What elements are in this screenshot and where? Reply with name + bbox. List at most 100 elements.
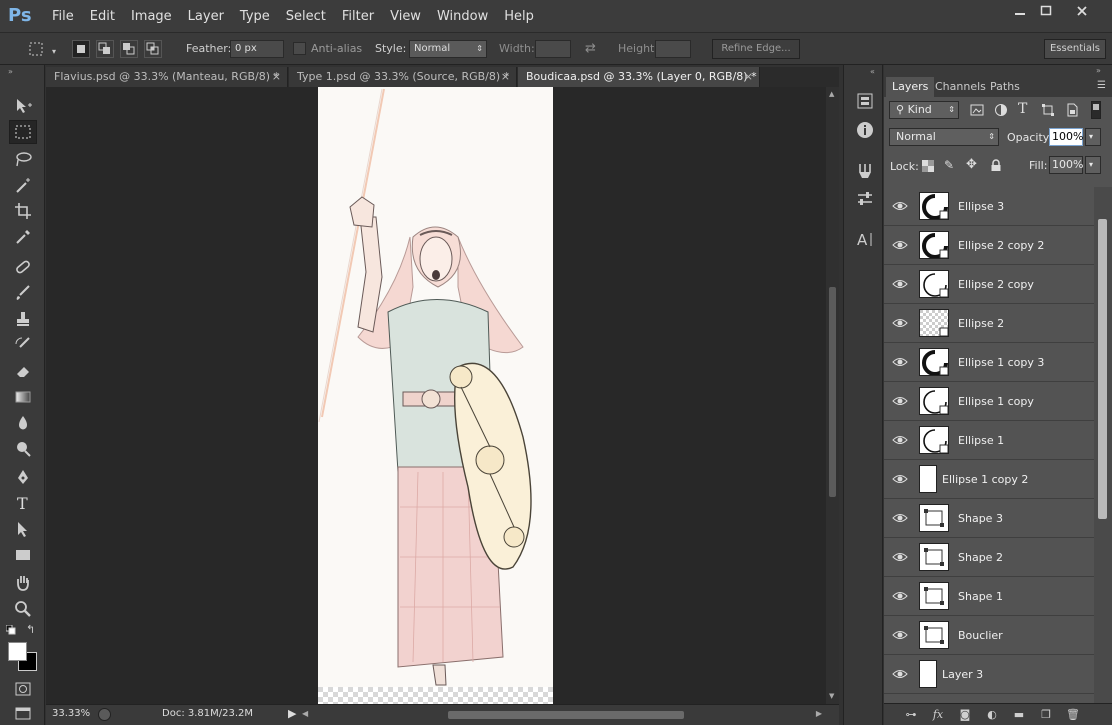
layer-list-scrollbar[interactable] [1094, 187, 1112, 703]
history-panel-icon[interactable] [854, 90, 876, 112]
move-tool-icon[interactable] [9, 94, 37, 118]
close-window-button[interactable] [1062, 0, 1102, 22]
hand-icon[interactable] [9, 571, 37, 595]
collapse-panel-icon[interactable]: » [1096, 66, 1101, 75]
workspace-button[interactable]: Essentials [1044, 39, 1106, 59]
visibility-eye-icon[interactable] [892, 315, 908, 331]
close-tab-icon[interactable]: × [272, 67, 281, 87]
layer-name[interactable]: Ellipse 1 copy 2 [942, 460, 1028, 499]
quick-mask-icon[interactable] [9, 677, 37, 701]
marquee-preset-icon[interactable] [28, 41, 46, 59]
scroll-down-icon[interactable]: ▼ [829, 692, 834, 700]
layer-row[interactable]: Ellipse 1 [884, 421, 1094, 460]
style-select[interactable]: Normal ⇕ [409, 40, 487, 58]
crop-icon[interactable] [9, 199, 37, 223]
subtract-selection-icon[interactable] [120, 40, 138, 58]
scroll-left-icon[interactable]: ◀ [302, 709, 308, 718]
status-menu-arrow-icon[interactable]: ▶ [288, 707, 296, 720]
info-icon[interactable] [854, 119, 876, 141]
adjustments-icon[interactable] [854, 188, 876, 210]
tab-boudicaa[interactable]: Boudicaa.psd @ 33.3% (Layer 0, RGB/8) * … [518, 67, 760, 87]
layer-row[interactable]: Shape 3 [884, 499, 1094, 538]
visibility-eye-icon[interactable] [892, 549, 908, 565]
new-adjustment-icon[interactable]: ◐ [983, 707, 1001, 723]
menu-window[interactable]: Window [429, 0, 496, 33]
visibility-eye-icon[interactable] [892, 198, 908, 214]
layer-name[interactable]: Shape 2 [958, 538, 1003, 577]
layer-style-icon[interactable]: fx [929, 707, 947, 723]
healing-brush-icon[interactable] [9, 255, 37, 279]
clone-stamp-icon[interactable] [9, 307, 37, 331]
layer-name[interactable]: Ellipse 2 [958, 304, 1004, 343]
visibility-eye-icon[interactable] [892, 432, 908, 448]
visibility-eye-icon[interactable] [892, 276, 908, 292]
status-info-icon[interactable] [98, 708, 111, 721]
opacity-input[interactable]: 100% [1049, 128, 1083, 146]
fill-input[interactable]: 100% [1049, 156, 1083, 174]
add-mask-icon[interactable]: ◙ [956, 707, 974, 723]
menu-file[interactable]: File [44, 0, 82, 33]
tab-layers[interactable]: Layers [886, 77, 935, 97]
rectangle-shape-icon[interactable] [9, 543, 37, 567]
scroll-right-icon[interactable]: ▶ [816, 709, 822, 718]
filter-kind-select[interactable]: ⚲ Kind ⇕ [889, 101, 959, 119]
new-layer-icon[interactable]: ❐ [1037, 707, 1055, 723]
menu-image[interactable]: Image [123, 0, 180, 33]
foreground-color-swatch[interactable] [8, 642, 27, 661]
close-tab-icon[interactable]: × [501, 67, 510, 87]
menu-help[interactable]: Help [496, 0, 542, 33]
menu-view[interactable]: View [382, 0, 429, 33]
eraser-icon[interactable] [9, 359, 37, 383]
refine-edge-button[interactable]: Refine Edge... [712, 39, 800, 59]
blend-mode-select[interactable]: Normal ⇕ [889, 128, 999, 146]
pen-icon[interactable] [9, 465, 37, 489]
visibility-eye-icon[interactable] [892, 666, 908, 682]
document-canvas[interactable] [318, 87, 553, 704]
layer-row[interactable]: Ellipse 1 copy [884, 382, 1094, 421]
visibility-eye-icon[interactable] [892, 471, 908, 487]
visibility-eye-icon[interactable] [892, 627, 908, 643]
visibility-eye-icon[interactable] [892, 393, 908, 409]
layer-row[interactable]: Ellipse 3 [884, 187, 1094, 226]
scroll-up-icon[interactable]: ▲ [829, 90, 834, 98]
brush-icon[interactable] [9, 281, 37, 305]
height-input[interactable] [655, 40, 691, 58]
magic-wand-icon[interactable] [9, 173, 37, 197]
visibility-eye-icon[interactable] [892, 510, 908, 526]
layer-name[interactable]: Ellipse 3 [958, 187, 1004, 226]
layer-row[interactable]: Ellipse 1 copy 2 [884, 460, 1094, 499]
layer-name[interactable]: Bouclier [958, 616, 1003, 655]
history-brush-icon[interactable] [9, 333, 37, 357]
lock-position-icon[interactable]: ✥ [966, 157, 977, 172]
canvas-horizontal-scrollbar[interactable]: ◀ ▶ [302, 709, 822, 721]
intersect-selection-icon[interactable] [144, 40, 162, 58]
layer-row[interactable]: Shape 2 [884, 538, 1094, 577]
canvas-area[interactable] [46, 87, 826, 704]
default-colors-icon[interactable] [5, 624, 16, 635]
screen-mode-icon[interactable] [9, 701, 37, 725]
lock-image-icon[interactable]: ✎ [944, 158, 954, 172]
width-input[interactable] [535, 40, 571, 58]
menu-edit[interactable]: Edit [82, 0, 123, 33]
filter-type-icon[interactable]: T [1018, 101, 1027, 117]
layer-name[interactable]: Shape 3 [958, 499, 1003, 538]
menu-select[interactable]: Select [278, 0, 334, 33]
layer-row[interactable]: Ellipse 1 copy 3 [884, 343, 1094, 382]
chevron-down-icon[interactable]: ▾ [52, 47, 56, 56]
canvas-vertical-scrollbar[interactable]: ▲ ▼ [826, 87, 839, 704]
panel-menu-icon[interactable]: ☰ [1097, 80, 1106, 91]
close-tab-icon[interactable]: × [744, 67, 753, 87]
filter-smart-object-icon[interactable] [1065, 103, 1079, 120]
filter-shape-icon[interactable] [1041, 103, 1055, 120]
visibility-eye-icon[interactable] [892, 354, 908, 370]
filter-adjustment-icon[interactable] [994, 103, 1008, 120]
fill-dropdown-icon[interactable]: ▾ [1085, 156, 1101, 174]
path-selection-icon[interactable] [9, 517, 37, 541]
new-group-icon[interactable]: ▬ [1010, 707, 1028, 723]
maximize-button[interactable] [1028, 0, 1064, 22]
tool-presets-icon[interactable] [854, 160, 876, 182]
menu-type[interactable]: Type [232, 0, 278, 33]
menu-layer[interactable]: Layer [180, 0, 232, 33]
collapse-toolbar-icon[interactable]: » [8, 67, 13, 76]
layer-row[interactable]: Bouclier [884, 616, 1094, 655]
